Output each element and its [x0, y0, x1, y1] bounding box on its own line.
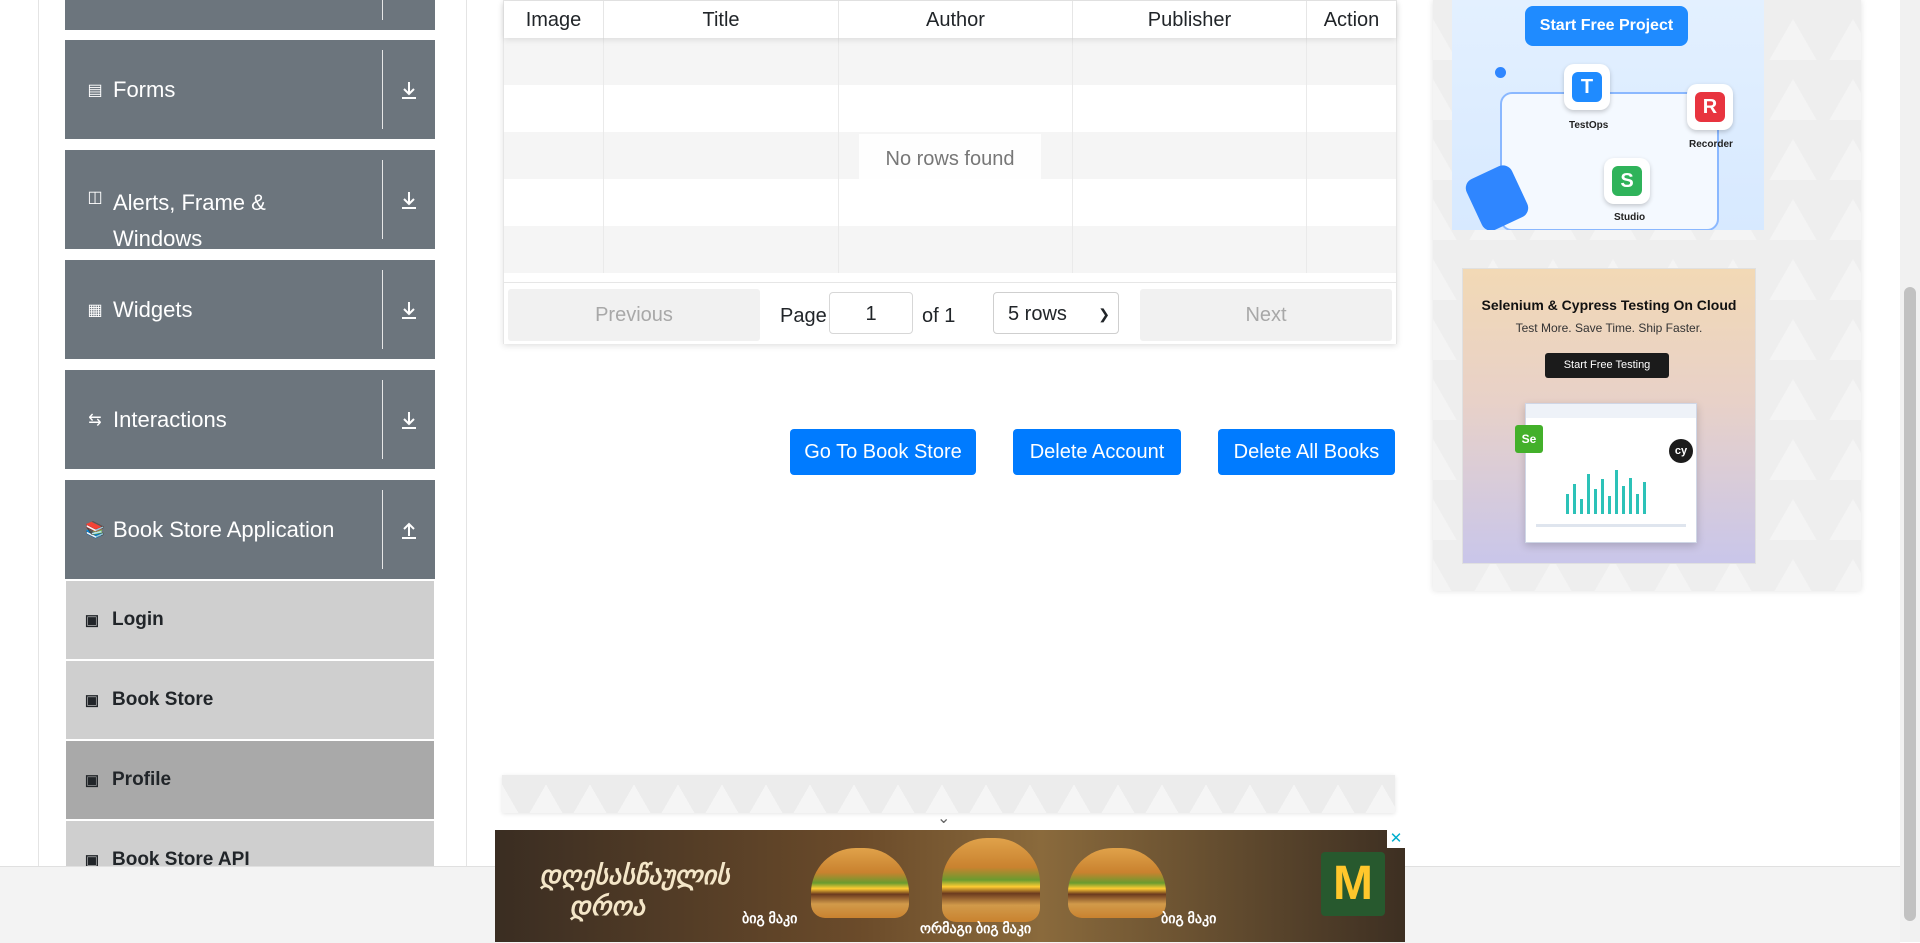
- scrollbar-thumb[interactable]: [1904, 287, 1916, 921]
- recorder-icon: R: [1687, 84, 1733, 130]
- books-icon: 📚: [85, 521, 105, 539]
- ad-script-text: დღესასწაულის დროა: [539, 860, 729, 922]
- start-free-testing-button[interactable]: Start Free Testing: [1545, 353, 1669, 378]
- column-header-action[interactable]: Action: [1307, 1, 1396, 38]
- delete-all-books-button[interactable]: Delete All Books: [1218, 429, 1395, 475]
- pagination-bar: Previous Page 1 of 1 5 rows ❯ Next: [504, 282, 1396, 344]
- katalon-ad[interactable]: Start Free Project T TestOps R Recorder …: [1452, 0, 1764, 230]
- tile-label: Studio: [1614, 212, 1646, 223]
- close-icon[interactable]: ✕: [1387, 830, 1405, 848]
- sidebar-item-login[interactable]: ▣ Login: [66, 581, 434, 661]
- ad-headline: Selenium & Cypress Testing On Cloud: [1481, 297, 1737, 313]
- go-to-book-store-button[interactable]: Go To Book Store: [790, 429, 976, 475]
- download-arrow-icon[interactable]: [383, 40, 435, 139]
- start-free-project-button[interactable]: Start Free Project: [1525, 6, 1688, 46]
- burger-label: ორმაგი ბიგ მაკი: [920, 920, 1032, 936]
- sidebar-group-label: Interactions: [113, 406, 227, 432]
- sidebar-group-label: Alerts, Frame & Windows: [113, 185, 266, 257]
- burger-image: [942, 838, 1040, 922]
- studio-icon: S: [1604, 158, 1650, 204]
- tile-label: Recorder: [1689, 139, 1733, 150]
- chevron-down-icon[interactable]: ⌄: [937, 808, 950, 828]
- html5-icon: ▣: [84, 772, 100, 789]
- sidebar-group-label: Book Store Application: [113, 516, 335, 542]
- burger-image: [811, 848, 909, 918]
- ad-script-line1: დღესასწაულის: [539, 860, 730, 890]
- mcdonalds-banner-ad[interactable]: დღესასწაულის დროა ბიგ მაკი ორმაგი ბიგ მა…: [495, 830, 1405, 942]
- rows-per-page-value: 5 rows: [1008, 303, 1067, 325]
- window-icon: ◫: [87, 189, 103, 206]
- download-arrow-icon[interactable]: [383, 260, 435, 359]
- decor-dot: [1495, 67, 1506, 78]
- chevron-down-icon: ❯: [1098, 306, 1110, 322]
- books-table: Image Title Author Publisher Action No r…: [503, 0, 1397, 344]
- dashboard-screenshot: [1525, 403, 1697, 543]
- sidebar-item-label: Login: [112, 609, 164, 630]
- page-label: Page: [780, 305, 827, 327]
- html5-icon: ▣: [84, 692, 100, 709]
- sidebar-group-label-line1: Alerts, Frame &: [113, 190, 266, 215]
- sidebar-group-book-store-application[interactable]: 📚 Book Store Application: [65, 480, 435, 579]
- sidebar-item-label: Profile: [112, 769, 172, 790]
- download-arrow-icon[interactable]: [383, 150, 435, 249]
- delete-account-button[interactable]: Delete Account: [1013, 429, 1181, 475]
- html5-icon: ▣: [84, 612, 100, 629]
- page-number-input[interactable]: 1: [829, 292, 913, 334]
- next-page-button[interactable]: Next: [1140, 289, 1392, 341]
- tile-label: TestOps: [1569, 120, 1609, 131]
- table-row: [504, 38, 1396, 85]
- download-arrow-icon[interactable]: [383, 370, 435, 469]
- sidebar-group-interactions[interactable]: ⇆ Interactions: [65, 370, 435, 469]
- forms-icon: ▤: [87, 81, 103, 99]
- column-header-publisher[interactable]: Publisher: [1073, 1, 1307, 38]
- rows-per-page-select[interactable]: 5 rows ❯: [993, 292, 1119, 334]
- interactions-icon: ⇆: [88, 411, 102, 429]
- sidebar-group-widgets[interactable]: ▦ Widgets: [65, 260, 435, 359]
- selenium-icon: Se: [1515, 425, 1543, 453]
- table-row: [504, 85, 1396, 132]
- lambdatest-ad[interactable]: Selenium & Cypress Testing On Cloud Test…: [1462, 268, 1756, 564]
- table-row: [504, 179, 1396, 226]
- burger-image: [1068, 848, 1166, 918]
- previous-page-button[interactable]: Previous: [508, 289, 760, 341]
- page-total-label: of 1: [922, 305, 956, 327]
- sidebar-group-label: Forms: [113, 76, 176, 102]
- testops-icon: T: [1564, 64, 1610, 110]
- upload-arrow-icon[interactable]: [383, 480, 435, 579]
- sidebar-group-elements[interactable]: [65, 0, 435, 30]
- sidebar-group-label: Widgets: [113, 296, 193, 322]
- cypress-icon: cy: [1669, 439, 1693, 463]
- no-rows-message: No rows found: [859, 134, 1041, 184]
- ad-subhead: Test More. Save Time. Ship Faster.: [1515, 321, 1703, 335]
- ad-script-line2: დროა: [569, 891, 645, 921]
- table-row: [504, 226, 1396, 273]
- column-header-author[interactable]: Author: [839, 1, 1073, 38]
- burger-label: ბიგ მაკი: [1161, 910, 1217, 926]
- sidebar-group-forms[interactable]: ▤ Forms: [65, 40, 435, 139]
- sidebar-item-book-store[interactable]: ▣ Book Store: [66, 661, 434, 741]
- sidebar-group-alerts-frame-windows[interactable]: ◫ Alerts, Frame & Windows: [65, 150, 435, 251]
- mcdonalds-logo: M: [1321, 852, 1385, 916]
- sidebar-item-label: Book Store: [112, 689, 214, 710]
- burger-label: ბიგ მაკი: [742, 910, 798, 926]
- group-separator: [382, 0, 383, 20]
- column-header-title[interactable]: Title: [604, 1, 839, 38]
- widgets-icon: ▦: [87, 301, 103, 319]
- sidebar-item-profile[interactable]: ▣ Profile: [66, 741, 434, 821]
- sidebar-group-label-line2: Windows: [113, 226, 203, 251]
- column-header-image[interactable]: Image: [504, 1, 604, 38]
- table-header: Image Title Author Publisher Action: [504, 1, 1396, 38]
